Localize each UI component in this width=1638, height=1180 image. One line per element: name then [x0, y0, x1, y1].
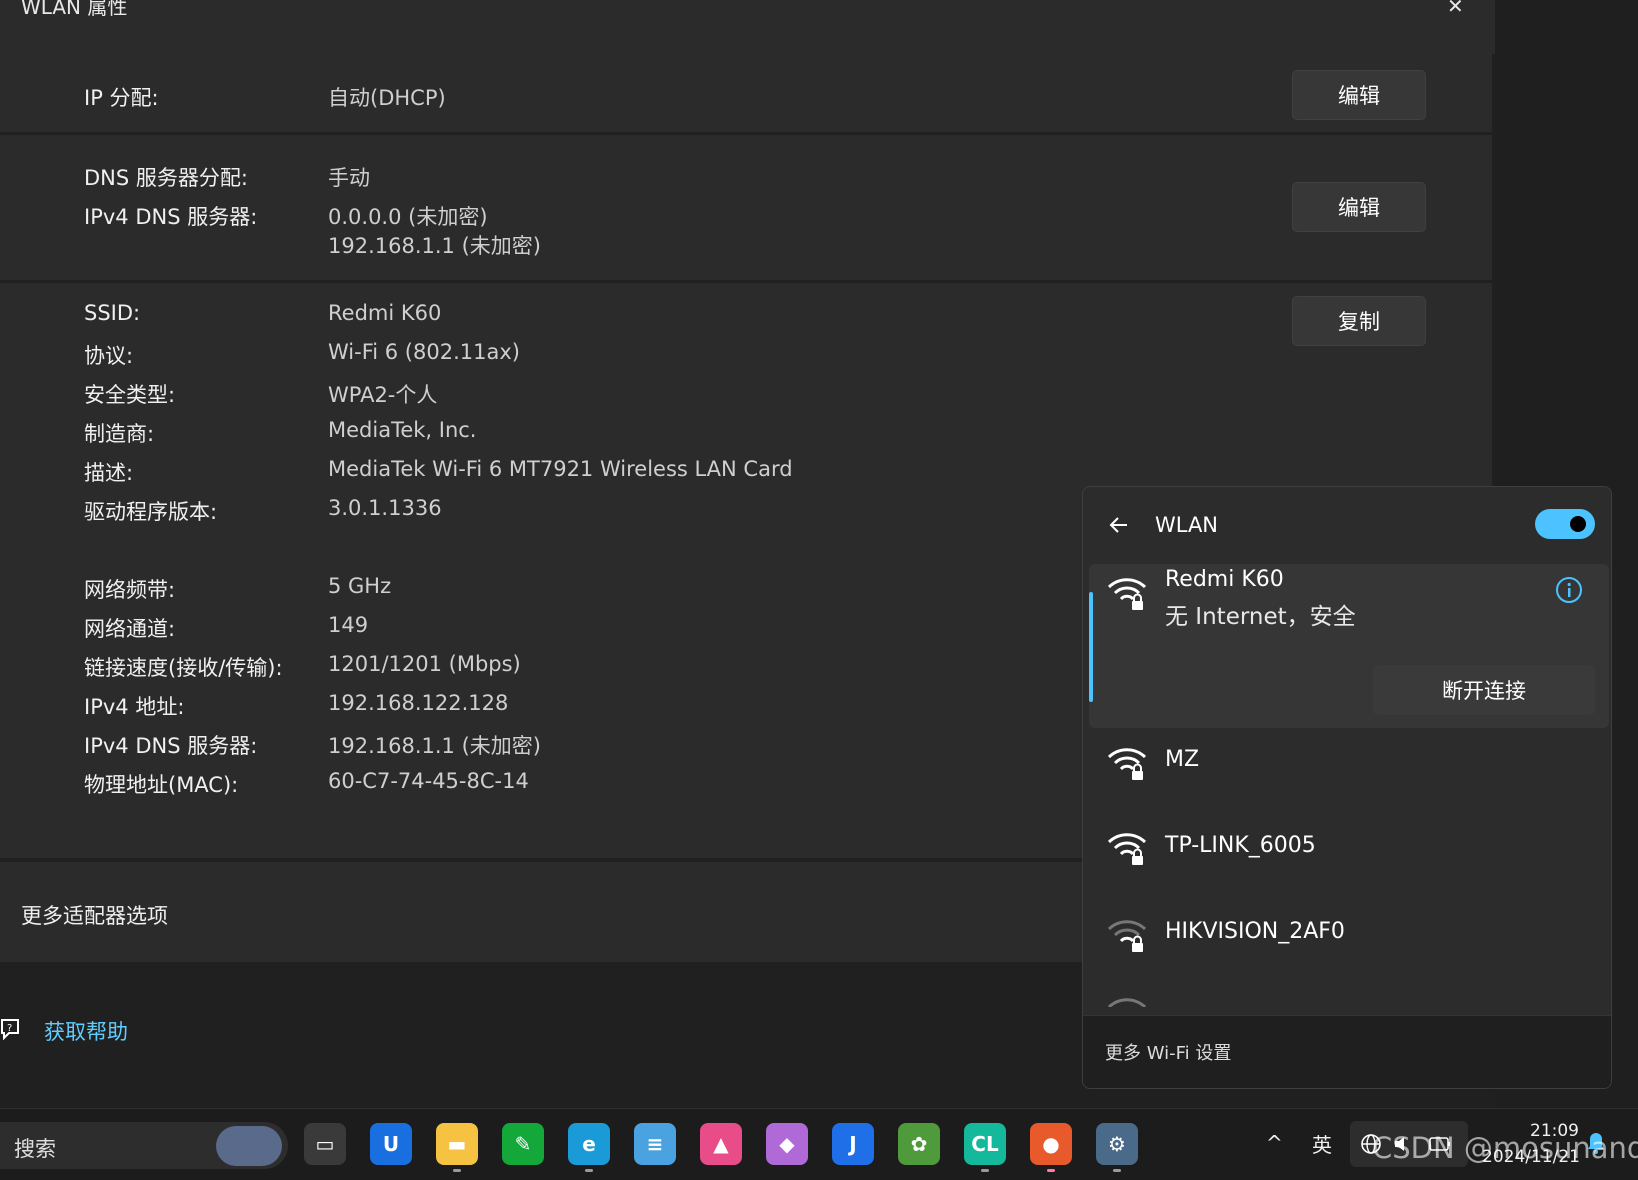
detail-value: WPA2-个人 — [328, 383, 438, 407]
svg-text:?: ? — [7, 1023, 12, 1034]
flyout-footer: 更多 Wi-Fi 设置 — [1083, 1015, 1611, 1088]
wifi-icon — [1107, 998, 1147, 1007]
detail-label: 制造商: — [84, 422, 155, 446]
detail-value: 192.168.122.128 — [328, 691, 509, 715]
connected-network-status: 无 Internet，安全 — [1165, 604, 1356, 630]
running-indicator — [1113, 1169, 1121, 1172]
title-bar: WLAN 属性 ✕ — [0, 0, 1495, 54]
more-adapter-label: 更多适配器选项 — [21, 904, 168, 928]
wifi-secure-icon — [1107, 578, 1147, 610]
flyout-title: WLAN — [1155, 513, 1219, 537]
ip-value: 自动(DHCP) — [328, 86, 446, 110]
search-label: 搜索 — [14, 1137, 56, 1161]
detail-label: 协议: — [84, 344, 134, 368]
task-view-icon[interactable]: ▭ — [304, 1123, 346, 1165]
running-indicator — [1047, 1169, 1055, 1172]
detail-label: SSID: — [84, 301, 141, 325]
lenovo-u-icon[interactable]: U — [370, 1123, 412, 1165]
dns-assign-value: 手动 — [328, 166, 370, 190]
info-icon[interactable] — [1555, 576, 1583, 604]
ip-label: IP 分配: — [84, 86, 159, 110]
close-icon[interactable]: ✕ — [1447, 0, 1464, 18]
csdn-watermark: CSDN @mosunand — [1372, 1131, 1638, 1165]
wifi-secure-icon — [1107, 833, 1147, 865]
detail-value: MediaTek Wi-Fi 6 MT7921 Wireless LAN Car… — [328, 457, 793, 481]
ipv4-dns-value-1: 0.0.0.0 (未加密) — [328, 205, 488, 229]
network-name: TP-LINK_6005 — [1165, 833, 1316, 858]
detail-value: 149 — [328, 613, 369, 637]
notepad-icon[interactable]: ≡ — [634, 1123, 676, 1165]
color-app-icon[interactable]: ▲ — [700, 1123, 742, 1165]
network-name: HIKVISION_2AF0 — [1165, 919, 1345, 944]
wifi-weak-secure-icon — [1107, 920, 1147, 952]
edge-icon[interactable]: e — [568, 1123, 610, 1165]
ime-indicator[interactable]: 英 — [1312, 1129, 1332, 1158]
wifi-secure-icon — [1107, 748, 1147, 780]
detail-label: 网络通道: — [84, 617, 176, 641]
window-title: WLAN 属性 — [21, 0, 128, 19]
search-box[interactable]: 搜索 — [0, 1122, 288, 1169]
disconnect-button[interactable]: 断开连接 — [1373, 665, 1595, 715]
media-app-icon[interactable]: ◆ — [766, 1123, 808, 1165]
selection-accent-bar — [1089, 592, 1093, 702]
detail-value: Wi-Fi 6 (802.11ax) — [328, 340, 520, 364]
detail-value: 5 GHz — [328, 574, 392, 598]
copy-button[interactable]: 复制 — [1292, 296, 1426, 346]
wlan-toggle[interactable] — [1535, 509, 1595, 539]
edit-ip-button[interactable]: 编辑 — [1292, 70, 1426, 120]
detail-value: MediaTek, Inc. — [328, 418, 477, 442]
search-highlight-image — [216, 1126, 282, 1166]
clion-icon[interactable]: CL — [964, 1123, 1006, 1165]
running-indicator — [981, 1169, 989, 1172]
detail-label: 安全类型: — [84, 383, 176, 407]
detail-value: 1201/1201 (Mbps) — [328, 652, 521, 676]
detail-label: 网络频带: — [84, 578, 176, 602]
taskbar: 搜索 ▭ U ▬ ✎ e ≡ ▲ ◆ J ✿ CL ● ⚙ ^ 英 21:09 … — [0, 1108, 1638, 1180]
file-explorer-icon[interactable]: ▬ — [436, 1123, 478, 1165]
tray-chevron-icon[interactable]: ^ — [1266, 1131, 1283, 1155]
more-wifi-settings-link[interactable]: 更多 Wi-Fi 设置 — [1105, 1039, 1231, 1065]
back-arrow-icon[interactable] — [1107, 513, 1131, 537]
toggle-knob — [1570, 516, 1586, 532]
evernote-icon[interactable]: ✎ — [502, 1123, 544, 1165]
get-help-link[interactable]: 获取帮助 — [44, 1016, 128, 1046]
help-chat-icon[interactable]: ? — [0, 1018, 20, 1040]
detail-label: IPv4 DNS 服务器: — [84, 734, 258, 758]
ipv4-dns-value-2: 192.168.1.1 (未加密) — [328, 234, 541, 258]
dns-section: DNS 服务器分配: 手动 IPv4 DNS 服务器: 0.0.0.0 (未加密… — [0, 135, 1492, 280]
detail-label: 驱动程序版本: — [84, 500, 218, 524]
ipv4-dns-label: IPv4 DNS 服务器: — [84, 205, 258, 229]
detail-value: Redmi K60 — [328, 301, 442, 325]
detail-label: 物理地址(MAC): — [84, 773, 239, 797]
settings-gear-icon[interactable]: ⚙ — [1096, 1123, 1138, 1165]
ip-section: IP 分配: 自动(DHCP) 编辑 — [0, 54, 1492, 132]
connected-network-name: Redmi K60 — [1165, 567, 1284, 592]
partially-hidden-network-item[interactable] — [1083, 987, 1611, 1007]
j-app-icon[interactable]: J — [832, 1123, 874, 1165]
detail-value: 60-C7-74-45-8C-14 — [328, 769, 529, 793]
image-editor-icon[interactable]: ✿ — [898, 1123, 940, 1165]
detail-label: 链接速度(接收/传输): — [84, 656, 283, 680]
running-indicator — [585, 1169, 593, 1172]
running-indicator — [453, 1169, 461, 1172]
detail-value: 192.168.1.1 (未加密) — [328, 734, 541, 758]
detail-value: 3.0.1.1336 — [328, 496, 442, 520]
wifi-flyout: WLAN Redmi K60 无 Internet，安全 断开连接 MZ TP-… — [1082, 486, 1612, 1089]
firefox-icon[interactable]: ● — [1030, 1123, 1072, 1165]
dns-assign-label: DNS 服务器分配: — [84, 166, 248, 190]
edit-dns-button[interactable]: 编辑 — [1292, 182, 1426, 232]
detail-label: IPv4 地址: — [84, 695, 185, 719]
detail-label: 描述: — [84, 461, 134, 485]
network-name: MZ — [1165, 747, 1200, 772]
